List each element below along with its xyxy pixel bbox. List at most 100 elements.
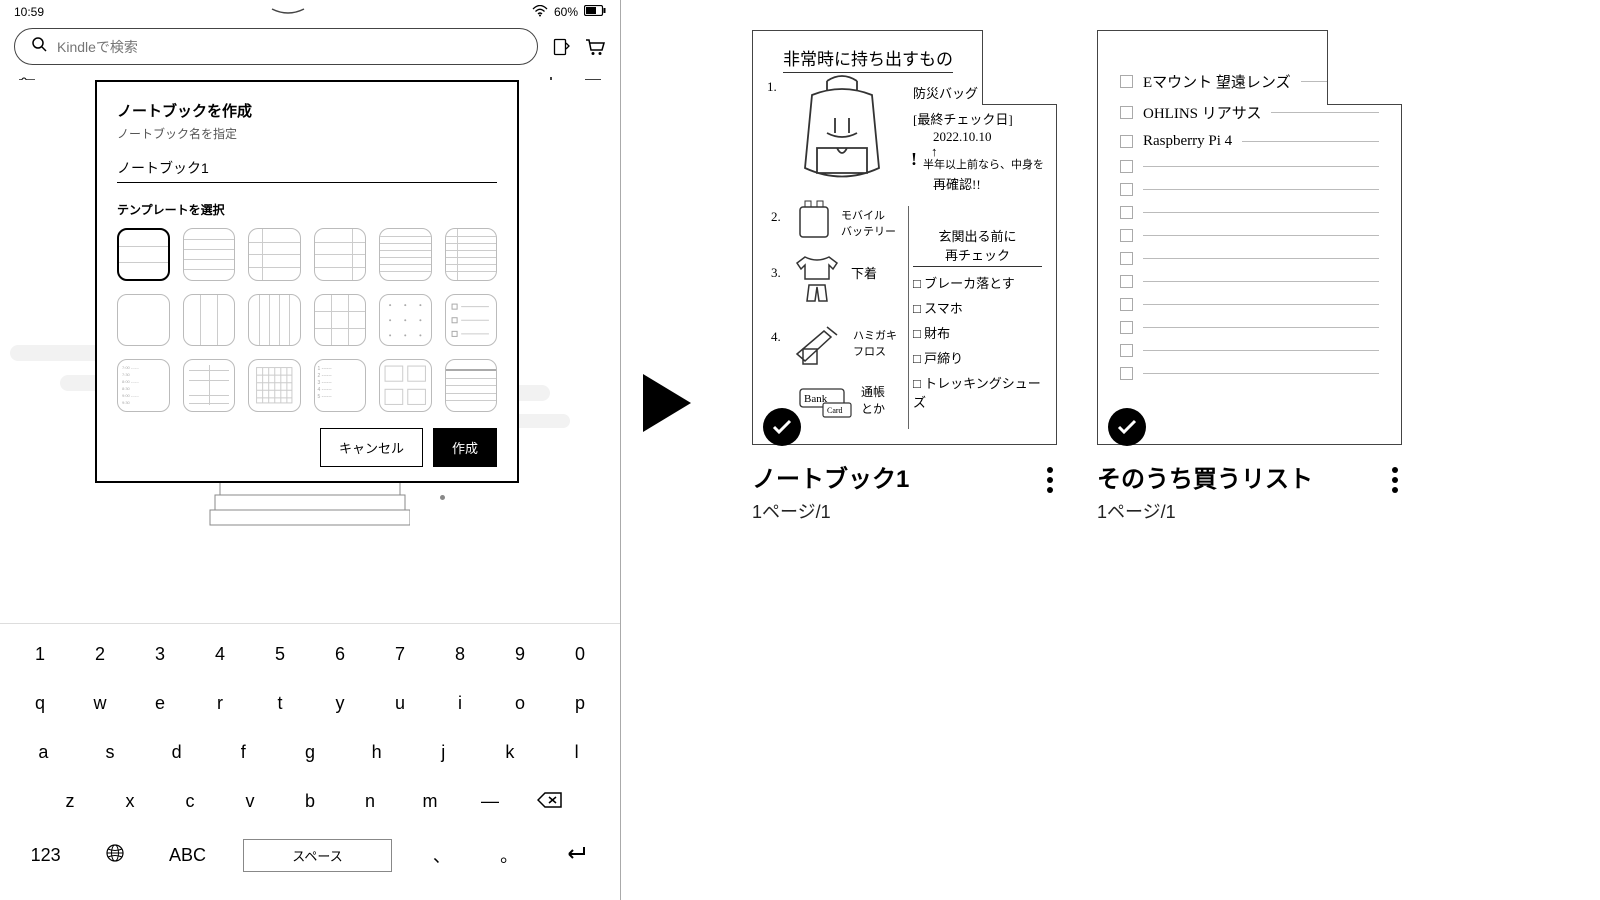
arrow-right-icon <box>639 370 695 436</box>
list-item: □ 財布 <box>913 323 1042 342</box>
enter-icon[interactable] <box>559 839 593 872</box>
more-menu-2[interactable] <box>1388 459 1402 501</box>
template-2split[interactable] <box>183 359 236 412</box>
kb-key-c[interactable]: c <box>173 785 207 820</box>
notebook-preview-1[interactable]: 非常時に持ち出すもの 1. 防災バッグ [最終チェック日] 2022.10.10… <box>752 30 1057 445</box>
list-item: □ ブレーカ落とす <box>913 273 1042 292</box>
notebook-title-1: ノートブック1 <box>752 459 909 494</box>
kb-key-g[interactable]: g <box>293 736 327 769</box>
kb-key-8[interactable]: 8 <box>443 638 477 671</box>
battery-icon <box>584 5 606 19</box>
kb-key-k[interactable]: k <box>493 736 527 769</box>
create-button[interactable]: 作成 <box>433 428 497 467</box>
template-blank[interactable] <box>117 294 170 347</box>
on-screen-keyboard: 1234567890 qwertyuiop asdfghjkl zxcvbnm—… <box>0 623 620 900</box>
kb-key-f[interactable]: f <box>226 736 260 769</box>
kb-key-3[interactable]: 3 <box>143 638 177 671</box>
kb-mode-abc[interactable]: ABC <box>165 839 210 872</box>
template-cols-3[interactable] <box>183 294 236 347</box>
list-item <box>1120 298 1379 311</box>
search-input[interactable] <box>57 39 521 55</box>
kb-space[interactable]: スペース <box>243 839 391 872</box>
kb-key-i[interactable]: i <box>443 687 477 720</box>
template-dots[interactable] <box>379 294 432 347</box>
template-lined-1[interactable] <box>117 228 170 281</box>
kb-key-q[interactable]: q <box>23 687 57 720</box>
kb-mode-123[interactable]: 123 <box>27 839 65 872</box>
checkmark-badge <box>763 408 801 446</box>
list-item <box>1120 344 1379 357</box>
more-menu-1[interactable] <box>1043 459 1057 501</box>
notebook-name-input[interactable] <box>117 154 497 183</box>
kb-key-2[interactable]: 2 <box>83 638 117 671</box>
template-lined-dense-margin[interactable] <box>445 228 498 281</box>
list-item <box>1120 206 1379 219</box>
sync-icon[interactable] <box>550 36 572 58</box>
checkmark-badge <box>1108 408 1146 446</box>
cart-icon[interactable] <box>584 36 606 58</box>
kb-key-d[interactable]: d <box>160 736 194 769</box>
kb-key-5[interactable]: 5 <box>263 638 297 671</box>
template-storyboard[interactable] <box>379 359 432 412</box>
kb-key-4[interactable]: 4 <box>203 638 237 671</box>
kb-key-h[interactable]: h <box>360 736 394 769</box>
kb-key-9[interactable]: 9 <box>503 638 537 671</box>
template-header-lined[interactable] <box>445 359 498 412</box>
kb-key-r[interactable]: r <box>203 687 237 720</box>
kb-key-p[interactable]: p <box>563 687 597 720</box>
template-schedule[interactable]: 7:00 ------7:308:00 ------8:309:00 -----… <box>117 359 170 412</box>
list-item <box>1120 229 1379 242</box>
template-lined-margin[interactable] <box>248 228 301 281</box>
list-item: Raspberry Pi 4 <box>1120 133 1379 150</box>
kb-key-w[interactable]: w <box>83 687 117 720</box>
notebook-meta-1: 1ページ/1 <box>752 498 909 524</box>
backspace-icon[interactable] <box>533 785 567 820</box>
kb-key-m[interactable]: m <box>413 785 447 820</box>
kb-key-u[interactable]: u <box>383 687 417 720</box>
kb-key-a[interactable]: a <box>26 736 60 769</box>
template-lined-dense[interactable] <box>379 228 432 281</box>
kb-key-1[interactable]: 1 <box>23 638 57 671</box>
kb-key-v[interactable]: v <box>233 785 267 820</box>
notebook-preview-2[interactable]: Eマウント 望遠レンズOHLINS リアサスRaspberry Pi 4 <box>1097 30 1402 445</box>
dialog-subtitle: ノートブック名を指定 <box>117 125 497 142</box>
wifi-icon <box>532 5 548 20</box>
kb-key-6[interactable]: 6 <box>323 638 357 671</box>
list-item: □ トレッキングシューズ <box>913 373 1042 411</box>
kb-key-t[interactable]: t <box>263 687 297 720</box>
template-grid-1[interactable] <box>314 294 367 347</box>
list-item: □ 戸締り <box>913 348 1042 367</box>
kb-key-7[interactable]: 7 <box>383 638 417 671</box>
template-checklist[interactable] <box>445 294 498 347</box>
template-numbered[interactable]: 1 ------2 ------3 ------4 ------5 ------ <box>314 359 367 412</box>
nb1-heading: 非常時に持ち出すもの <box>783 45 953 73</box>
kb-key-l[interactable]: l <box>560 736 594 769</box>
kb-key-n[interactable]: n <box>353 785 387 820</box>
list-item <box>1120 252 1379 265</box>
kb-key-j[interactable]: j <box>426 736 460 769</box>
kb-key-s[interactable]: s <box>93 736 127 769</box>
template-lined-2[interactable] <box>183 228 236 281</box>
bank-sketch: BankCard <box>797 381 855 421</box>
battery-sketch <box>795 199 835 241</box>
kb-key-—[interactable]: — <box>473 785 507 820</box>
kb-key-y[interactable]: y <box>323 687 357 720</box>
toothbrush-sketch <box>789 319 849 369</box>
kb-key-x[interactable]: x <box>113 785 147 820</box>
globe-icon[interactable] <box>98 837 132 874</box>
kb-key-b[interactable]: b <box>293 785 327 820</box>
kb-key-o[interactable]: o <box>503 687 537 720</box>
template-month[interactable] <box>248 359 301 412</box>
battery-pct: 60% <box>554 5 578 19</box>
cancel-button[interactable]: キャンセル <box>320 428 423 467</box>
kb-key-e[interactable]: e <box>143 687 177 720</box>
kb-key-0[interactable]: 0 <box>563 638 597 671</box>
search-box[interactable] <box>14 28 538 65</box>
template-cols-5[interactable] <box>248 294 301 347</box>
template-grid: 7:00 ------7:308:00 ------8:309:00 -----… <box>117 228 497 412</box>
kb-key-z[interactable]: z <box>53 785 87 820</box>
template-lined-margin-r[interactable] <box>314 228 367 281</box>
tablet-notch <box>270 5 306 19</box>
kb-punct-2[interactable]: 。 <box>492 836 526 874</box>
kb-punct-1[interactable]: 、 <box>425 836 459 874</box>
